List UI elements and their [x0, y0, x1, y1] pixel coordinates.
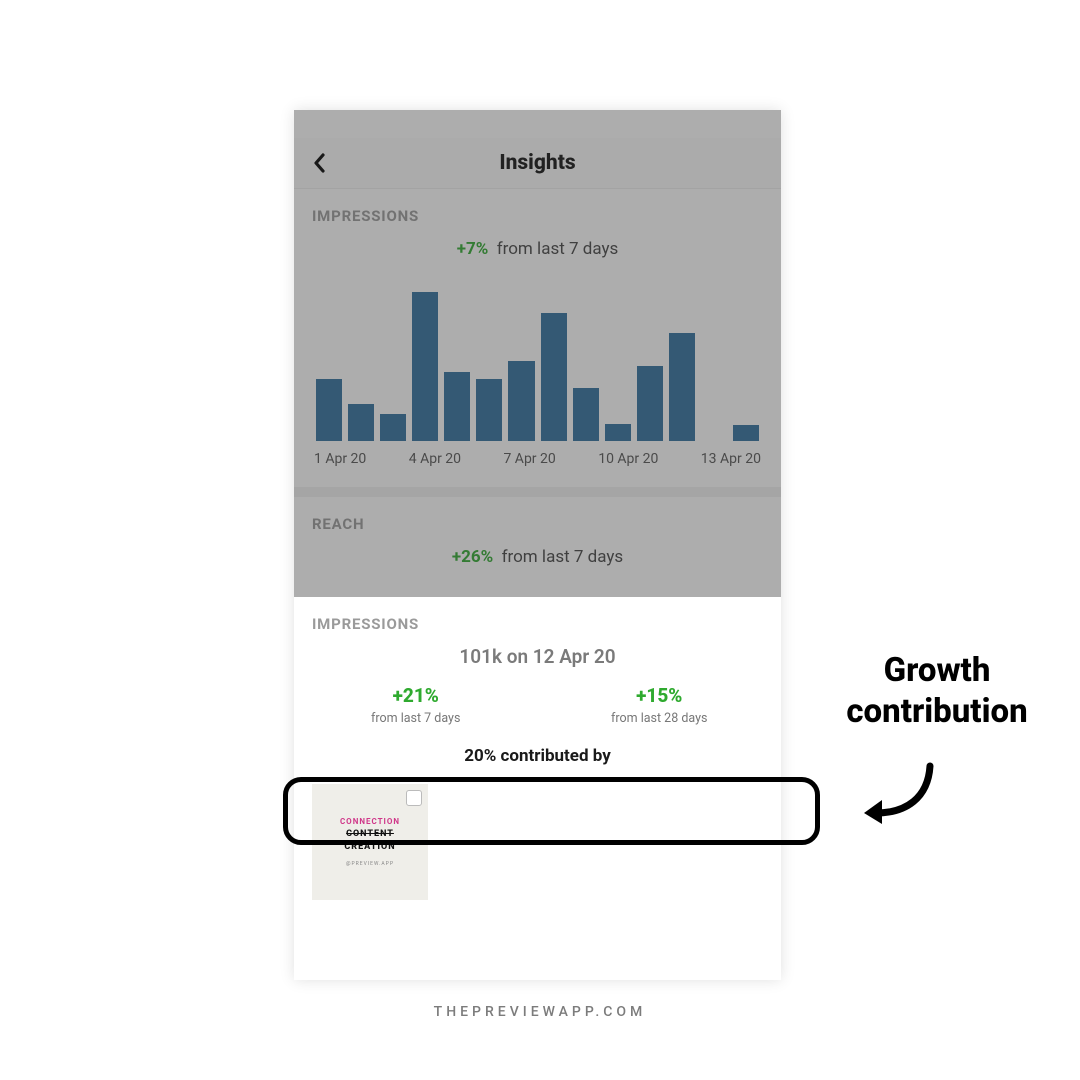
- reach-section: REACH +26% from last 7 days: [294, 487, 781, 597]
- phone-frame: Telstra 5:27 pm 97% Insights IMPRESSIONS…: [294, 110, 781, 980]
- impressions-change: +7% from last 7 days: [312, 239, 763, 259]
- annotation-label: Growth contribution: [832, 650, 1042, 733]
- post-thumbnail[interactable]: CONNECTION CONTENT CREATION @PREVIEW.APP: [312, 784, 428, 900]
- carrier-label: Telstra: [308, 117, 344, 131]
- chart-bar: [348, 404, 374, 441]
- change-28-days: +15% from last 28 days: [538, 684, 782, 726]
- change-7-days: +21% from last 7 days: [294, 684, 538, 726]
- chart-bar: [380, 414, 406, 441]
- reach-change-pct: +26%: [452, 547, 493, 567]
- chart-bar: [444, 372, 470, 441]
- impressions-detail-title: IMPRESSIONS: [294, 597, 781, 633]
- impressions-bar-chart: [312, 281, 763, 441]
- change-28-pct: +15%: [538, 684, 782, 707]
- x-tick-label: 13 Apr 20: [701, 451, 761, 467]
- back-button[interactable]: [312, 153, 328, 173]
- contribution-text: 20% contributed by: [294, 726, 781, 784]
- x-tick-label: 10 Apr 20: [598, 451, 658, 467]
- chart-bar: [573, 388, 599, 441]
- chart-bar: [733, 425, 759, 441]
- chart-bar: [605, 424, 631, 441]
- chart-bar: [412, 292, 438, 441]
- x-tick-label: 1 Apr 20: [314, 451, 366, 467]
- battery-label: 97%: [745, 117, 767, 131]
- chart-x-labels: 1 Apr 20 4 Apr 20 7 Apr 20 10 Apr 20 13 Apr …: [312, 451, 763, 473]
- x-tick-label: 4 Apr 20: [409, 451, 461, 467]
- thumb-line-1: CONNECTION: [340, 817, 400, 826]
- impressions-change-label: from last 7 days: [497, 239, 619, 259]
- chart-bar: [637, 366, 663, 441]
- impressions-headline: 101k on 12 Apr 20: [294, 645, 781, 668]
- chart-bar: [316, 379, 342, 441]
- change-7-pct: +21%: [294, 684, 538, 707]
- thumb-line-2: CONTENT: [346, 829, 394, 839]
- reach-title: REACH: [312, 515, 763, 533]
- thumb-line-3: CREATION: [344, 842, 395, 852]
- clock-label: 5:27 pm: [523, 117, 566, 131]
- status-bar: Telstra 5:27 pm 97%: [294, 110, 781, 138]
- impressions-change-pct: +7%: [457, 239, 489, 259]
- change-28-label: from last 28 days: [538, 711, 782, 726]
- change-7-label: from last 7 days: [294, 711, 538, 726]
- reach-change-label: from last 7 days: [502, 547, 624, 567]
- annotation-arrow-icon: [858, 758, 938, 828]
- x-tick-label: 7 Apr 20: [503, 451, 555, 467]
- chart-bar: [541, 313, 567, 441]
- impressions-detail-section: IMPRESSIONS 101k on 12 Apr 20 +21% from …: [294, 597, 781, 900]
- impressions-section: IMPRESSIONS +7% from last 7 days 1 Apr 2…: [294, 189, 781, 487]
- chart-bar: [669, 333, 695, 441]
- thumb-caption: @PREVIEW.APP: [346, 861, 394, 867]
- page-title: Insights: [499, 151, 575, 175]
- chart-bar: [476, 379, 502, 441]
- impressions-split: +21% from last 7 days +15% from last 28 …: [294, 684, 781, 726]
- checkbox-icon[interactable]: [406, 790, 422, 806]
- chart-bar: [508, 361, 534, 441]
- impressions-title: IMPRESSIONS: [312, 207, 763, 225]
- footer-credit: THEPREVIEWAPP.COM: [0, 1004, 1080, 1020]
- reach-change: +26% from last 7 days: [312, 547, 763, 567]
- chevron-left-icon: [312, 153, 328, 173]
- app-header: Insights: [294, 138, 781, 189]
